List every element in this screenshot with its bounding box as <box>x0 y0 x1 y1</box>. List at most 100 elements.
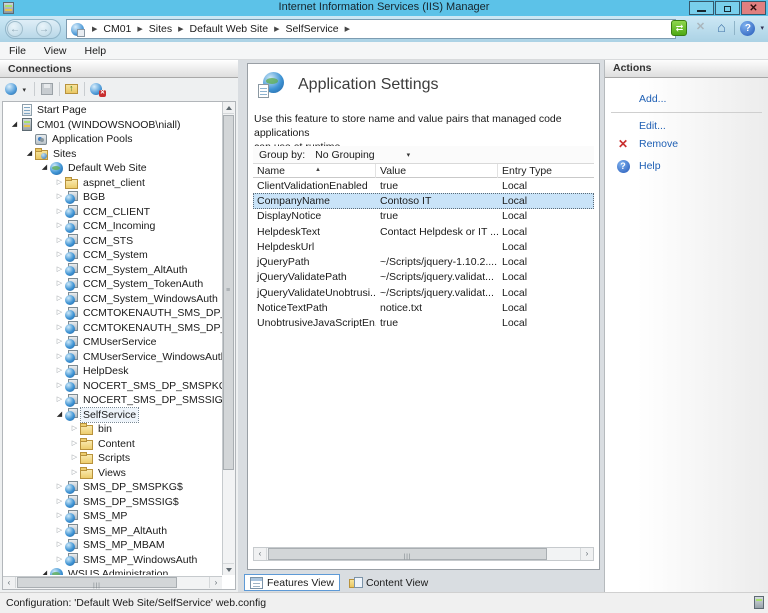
scroll-right-button[interactable]: › <box>580 548 593 560</box>
table-row-jquerypath[interactable]: jQueryPath ~/Scripts/jquery-1.10.2.... Loc… <box>253 254 594 269</box>
scroll-down-button[interactable] <box>223 563 234 575</box>
menu-file[interactable]: File <box>0 45 35 57</box>
tree-item-ccmtokenauth-sms-dp-smspkg[interactable]: ▷ CCMTOKENAUTH_SMS_DP_SMSPKG$ <box>3 306 235 321</box>
expand-arrow-icon[interactable]: ▷ <box>54 393 65 408</box>
breadcrumb[interactable]: ▶ CM01 ▶ Sites ▶ Default Web Site ▶ SelfService… <box>66 19 676 39</box>
scroll-thumb[interactable]: ||| <box>17 577 177 589</box>
tab-content-view[interactable]: Content View <box>344 574 433 591</box>
chevron-down-icon[interactable]: ▾ <box>407 151 411 159</box>
expand-arrow-icon[interactable]: ▷ <box>54 524 65 539</box>
expand-arrow-icon[interactable]: ▷ <box>54 538 65 553</box>
expand-arrow-icon[interactable]: ▷ <box>54 292 65 307</box>
collapse-arrow-icon[interactable]: ◢ <box>24 147 35 162</box>
collapse-arrow-icon[interactable]: ◢ <box>39 567 50 575</box>
expand-arrow-icon[interactable]: ▷ <box>54 379 65 394</box>
tree-item-cm01-windowsnoob-niall[interactable]: ◢ CM01 (WINDOWSNOOB\niall) <box>3 118 235 133</box>
tree-item-content[interactable]: ▷ Content <box>3 437 235 452</box>
expand-arrow-icon[interactable]: ▷ <box>54 248 65 263</box>
expand-arrow-icon[interactable]: ▷ <box>54 190 65 205</box>
tree-item-helpdesk[interactable]: ▷ HelpDesk <box>3 364 235 379</box>
tree-item-ccm-system-windowsauth[interactable]: ▷ CCM_System_WindowsAuth <box>3 292 235 307</box>
tree-item-ccm-system[interactable]: ▷ CCM_System <box>3 248 235 263</box>
tree-item-ccm-sts[interactable]: ▷ CCM_STS <box>3 234 235 249</box>
minimize-button[interactable] <box>689 1 714 15</box>
collapse-arrow-icon[interactable]: ◢ <box>9 118 20 133</box>
tree-item-sms-dp-smssig[interactable]: ▷ SMS_DP_SMSSIG$ <box>3 495 235 510</box>
scroll-right-button[interactable]: › <box>209 577 222 588</box>
tree-item-bin[interactable]: ▷ bin <box>3 422 235 437</box>
table-row-unobtrusivejavascripten[interactable]: UnobtrusiveJavaScriptEn... true Local <box>253 316 594 331</box>
tree-item-nocert-sms-dp-smssig[interactable]: ▷ NOCERT_SMS_DP_SMSSIG$ <box>3 393 235 408</box>
up-icon[interactable] <box>64 81 80 97</box>
menu-help[interactable]: Help <box>76 45 116 57</box>
expand-arrow-icon[interactable]: ▷ <box>69 422 80 437</box>
edit-action[interactable]: Edit... <box>605 117 768 135</box>
table-row-jqueryvalidatepath[interactable]: jQueryValidatePath ~/Scripts/jquery.valid… <box>253 270 594 285</box>
breadcrumb-default-web-site[interactable]: Default Web Site <box>190 23 269 35</box>
tree-item-sms-mp-windowsauth[interactable]: ▷ SMS_MP_WindowsAuth <box>3 553 235 568</box>
expand-arrow-icon[interactable]: ▷ <box>54 306 65 321</box>
tree-item-sms-mp[interactable]: ▷ SMS_MP <box>3 509 235 524</box>
expand-arrow-icon[interactable]: ▷ <box>54 263 65 278</box>
tree-item-sms-mp-mbam[interactable]: ▷ SMS_MP_MBAM <box>3 538 235 553</box>
scroll-up-button[interactable] <box>223 102 234 114</box>
expand-arrow-icon[interactable]: ▷ <box>54 364 65 379</box>
table-row-companyname[interactable]: CompanyName Contoso IT Local <box>253 193 594 209</box>
breadcrumb-cm01[interactable]: CM01 <box>103 23 131 35</box>
group-by-select[interactable]: No Grouping <box>315 149 375 161</box>
table-row-jqueryvalidateunobtrusi[interactable]: jQueryValidateUnobtrusi... ~/Scripts/jque… <box>253 285 594 300</box>
tree-item-sms-dp-smspkg[interactable]: ▷ SMS_DP_SMSPKG$ <box>3 480 235 495</box>
home-icon[interactable]: ⌂ <box>713 20 729 36</box>
expand-arrow-icon[interactable]: ▷ <box>54 480 65 495</box>
expand-arrow-icon[interactable]: ▷ <box>54 495 65 510</box>
help-icon[interactable]: ? <box>740 20 756 36</box>
remove-action[interactable]: ✕ Remove <box>605 135 768 153</box>
tree-item-bgb[interactable]: ▷ BGB <box>3 190 235 205</box>
tree-item-ccm-client[interactable]: ▷ CCM_CLIENT <box>3 205 235 220</box>
breadcrumb-selfservice[interactable]: SelfService <box>286 23 339 35</box>
tree-item-default-web-site[interactable]: ◢ Default Web Site <box>3 161 235 176</box>
table-row-clientvalidationenabled[interactable]: ClientValidationEnabled true Local <box>253 178 594 193</box>
close-button[interactable]: ✕ <box>741 1 766 15</box>
tree-item-start-page[interactable]: Start Page <box>3 103 235 118</box>
expand-arrow-icon[interactable]: ▷ <box>54 234 65 249</box>
tree-item-selfservice[interactable]: ◢ SelfService <box>3 406 235 423</box>
expand-arrow-icon[interactable]: ▷ <box>54 350 65 365</box>
expand-arrow-icon[interactable]: ▷ <box>54 509 65 524</box>
back-button[interactable]: ← <box>7 21 23 37</box>
expand-arrow-icon[interactable]: ▷ <box>69 466 80 481</box>
table-row-noticetextpath[interactable]: NoticeTextPath notice.txt Local <box>253 300 594 315</box>
tree-item-ccmtokenauth-sms-dp-smssig[interactable]: ▷ CCMTOKENAUTH_SMS_DP_SMSSIG$ <box>3 321 235 336</box>
scroll-thumb[interactable]: ||| <box>268 548 547 560</box>
restart-icon[interactable]: ⇄ <box>671 20 688 36</box>
scroll-left-button[interactable]: ‹ <box>254 548 267 560</box>
tab-features-view[interactable]: Features View <box>244 574 340 591</box>
tree-item-ccm-incoming[interactable]: ▷ CCM_Incoming <box>3 219 235 234</box>
tree-item-scripts[interactable]: ▷ Scripts <box>3 451 235 466</box>
table-row-helpdesktext[interactable]: HelpdeskText Contact Helpdesk or IT ... Lo… <box>253 224 594 239</box>
tree-item-cmuserservice[interactable]: ▷ CMUserService <box>3 335 235 350</box>
collapse-arrow-icon[interactable]: ◢ <box>54 408 65 423</box>
connect-icon[interactable]: ▾ <box>4 81 26 97</box>
scroll-left-button[interactable]: ‹ <box>3 577 16 588</box>
expand-arrow-icon[interactable]: ▷ <box>54 205 65 220</box>
tree-item-ccm-system-tokenauth[interactable]: ▷ CCM_System_TokenAuth <box>3 277 235 292</box>
help-action[interactable]: ? Help <box>605 157 768 175</box>
scroll-thumb[interactable]: ≡ <box>223 115 234 470</box>
expand-arrow-icon[interactable]: ▷ <box>69 437 80 452</box>
collapse-arrow-icon[interactable]: ◢ <box>39 161 50 176</box>
tree-item-cmuserservice-windowsauth[interactable]: ▷ CMUserService_WindowsAuth <box>3 350 235 365</box>
tree-item-ccm-system-altauth[interactable]: ▷ CCM_System_AltAuth <box>3 263 235 278</box>
column-header-value[interactable]: Value <box>376 163 498 178</box>
tree-item-sites[interactable]: ◢ Sites <box>3 147 235 162</box>
expand-arrow-icon[interactable]: ▷ <box>54 321 65 336</box>
expand-arrow-icon[interactable]: ▷ <box>54 219 65 234</box>
menu-view[interactable]: View <box>35 45 76 57</box>
tree-item-application-pools[interactable]: Application Pools <box>3 132 235 147</box>
expand-arrow-icon[interactable]: ▷ <box>54 335 65 350</box>
tree-item-views[interactable]: ▷ Views <box>3 466 235 481</box>
forward-button[interactable]: → <box>36 21 52 37</box>
breadcrumb-sites[interactable]: Sites <box>149 23 172 35</box>
column-header-name[interactable]: Name ▲ <box>253 163 376 178</box>
expand-arrow-icon[interactable]: ▷ <box>69 451 80 466</box>
